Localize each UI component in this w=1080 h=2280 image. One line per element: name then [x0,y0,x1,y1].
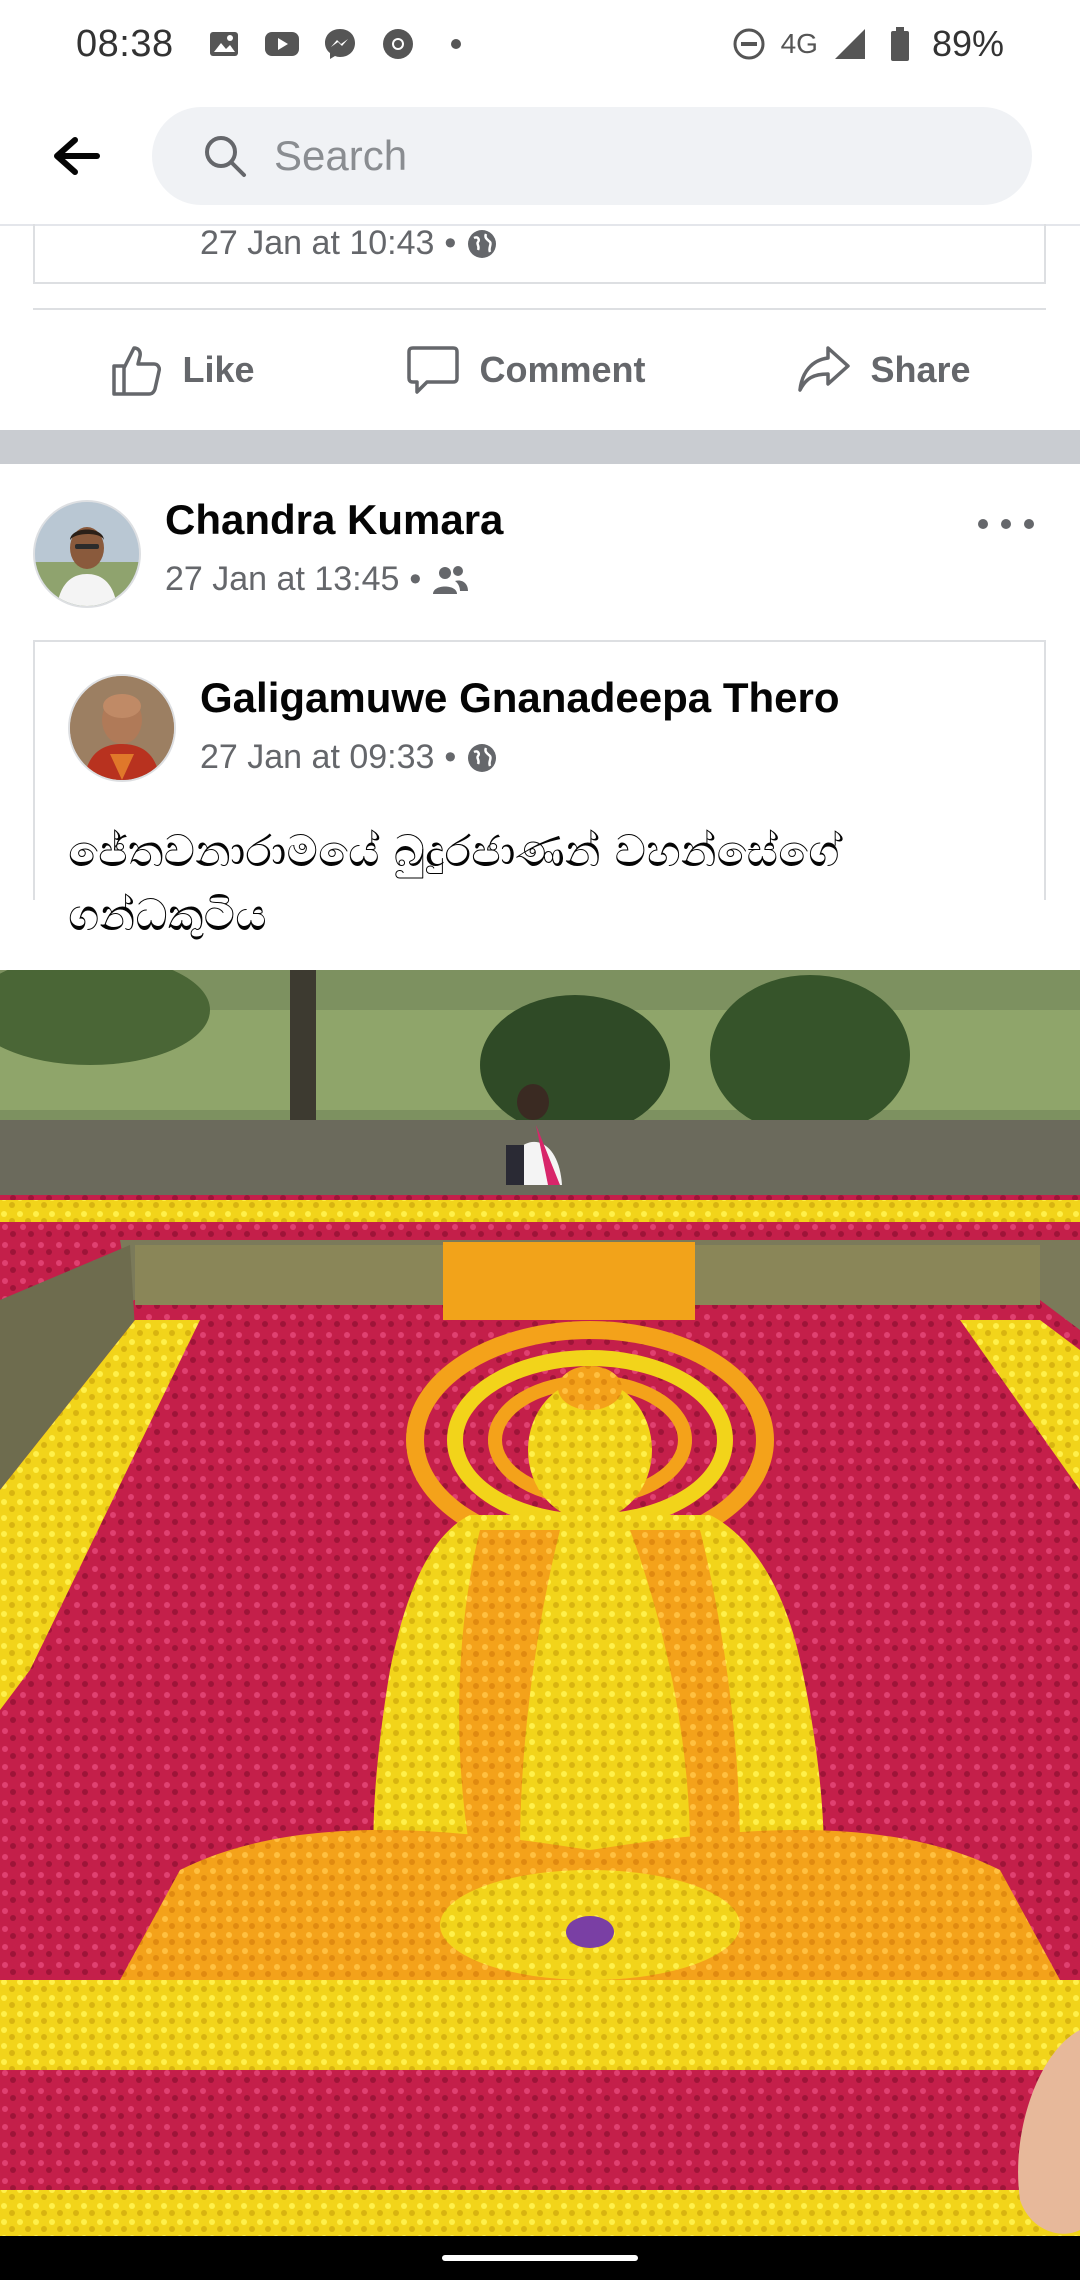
post-photo[interactable] [0,970,1080,2280]
comment-icon [407,346,460,394]
home-gesture-bar[interactable] [442,2255,638,2261]
shared-post-card[interactable]: Galigamuwe Gnanadeepa Thero 27 Jan at 09… [33,640,1046,941]
comment-label: Comment [479,349,646,390]
post-action-bar: Like Comment Share [33,308,1046,430]
shared-author-name[interactable]: Galigamuwe Gnanadeepa Thero [200,674,840,722]
author-name[interactable]: Chandra Kumara [165,496,503,544]
arrow-left-icon [54,137,100,175]
messenger-icon [322,26,358,62]
author-avatar[interactable] [33,500,141,608]
gallery-icon [206,26,242,62]
back-button[interactable] [36,116,116,196]
meta-separator: • [409,560,422,598]
post-timestamp[interactable]: 27 Jan at 13:45 [165,560,399,599]
previous-post-meta: 27 Jan at 10:43 • [200,224,498,263]
share-icon [798,346,851,392]
like-button[interactable]: Like [108,342,255,398]
network-type: 4G [780,28,818,59]
notification-dot-icon [438,26,474,62]
post-meta: 27 Jan at 13:45 • [165,560,469,599]
status-time: 08:38 [76,22,174,65]
system-nav-bar [0,2236,1080,2280]
signal-icon [832,26,868,62]
previous-post-timestamp[interactable]: 27 Jan at 10:43 [200,224,434,263]
shared-author-avatar[interactable] [68,674,176,782]
search-placeholder: Search [274,132,408,179]
thumbs-up-icon [112,346,162,396]
search-icon [202,131,252,181]
more-options-button[interactable] [978,504,1034,544]
shared-post-meta: 27 Jan at 09:33 • [200,738,498,777]
status-left: 08:38 [76,23,474,66]
dnd-icon [731,26,767,62]
search-input[interactable]: Search [152,107,1032,205]
post-card: Chandra Kumara 27 Jan at 13:45 • Galigam… [0,464,1080,2280]
globe-icon [468,743,497,772]
chrome-icon [380,26,416,62]
shared-post-text: ජේතවනාරාමයේ බුදුරජාණන් වහන්සේගේ ගන්ධකුටි… [68,826,840,941]
shared-post-timestamp[interactable]: 27 Jan at 09:33 [200,738,434,777]
search-header: Search [0,88,1080,226]
feed-divider [0,430,1080,464]
status-bar: 08:38 4G 89% [0,0,1080,88]
more-dots-icon [978,519,988,529]
meta-separator: • [444,224,457,262]
share-label: Share [870,349,971,390]
youtube-icon [264,26,300,62]
meta-separator: • [444,738,457,776]
battery-level: 89% [931,23,1004,64]
flower-buddha-image [0,970,1080,2280]
globe-icon [468,229,497,258]
status-right: 4G 89% [731,23,1004,65]
friends-icon [433,565,469,594]
like-label: Like [182,349,255,390]
share-button[interactable]: Share [796,342,971,398]
previous-shared-card: 27 Jan at 10:43 • [33,224,1046,284]
comment-button[interactable]: Comment [405,342,645,398]
battery-icon [882,26,918,62]
